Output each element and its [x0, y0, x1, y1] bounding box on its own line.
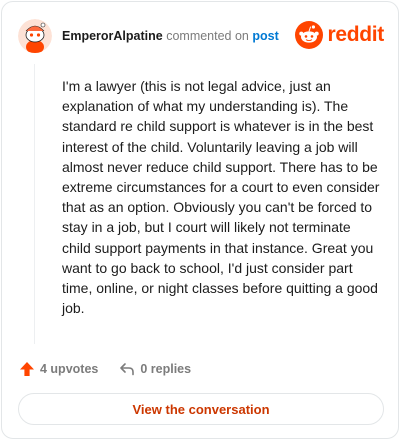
byline: EmperorAlpatine commented on post: [62, 29, 279, 43]
comment-stats: 4 upvotes 0 replies: [18, 358, 191, 380]
upvote-stat[interactable]: 4 upvotes: [18, 360, 98, 378]
comment-body: I'm a lawyer (this is not legal advice, …: [62, 78, 380, 317]
avatar-icon[interactable]: [18, 19, 52, 53]
comment-card: EmperorAlpatine commented on post reddit…: [1, 1, 399, 439]
brand-wordmark: reddit: [327, 23, 384, 46]
action-text: commented on: [166, 29, 249, 43]
comment-header: EmperorAlpatine commented on post reddit: [18, 16, 384, 56]
reply-arrow-icon: [120, 363, 135, 376]
reddit-brand[interactable]: reddit: [295, 20, 384, 50]
upvotes-count: 4 upvotes: [40, 362, 99, 376]
replies-stat[interactable]: 0 replies: [118, 360, 191, 378]
post-link[interactable]: post: [252, 29, 278, 43]
upvote-arrow-icon: [20, 362, 34, 376]
view-conversation-button[interactable]: View the conversation: [18, 393, 384, 425]
replies-count: 0 replies: [140, 362, 192, 376]
username-link[interactable]: EmperorAlpatine: [62, 29, 163, 43]
reddit-logo-icon: [295, 21, 324, 49]
thread-line: [34, 64, 35, 344]
